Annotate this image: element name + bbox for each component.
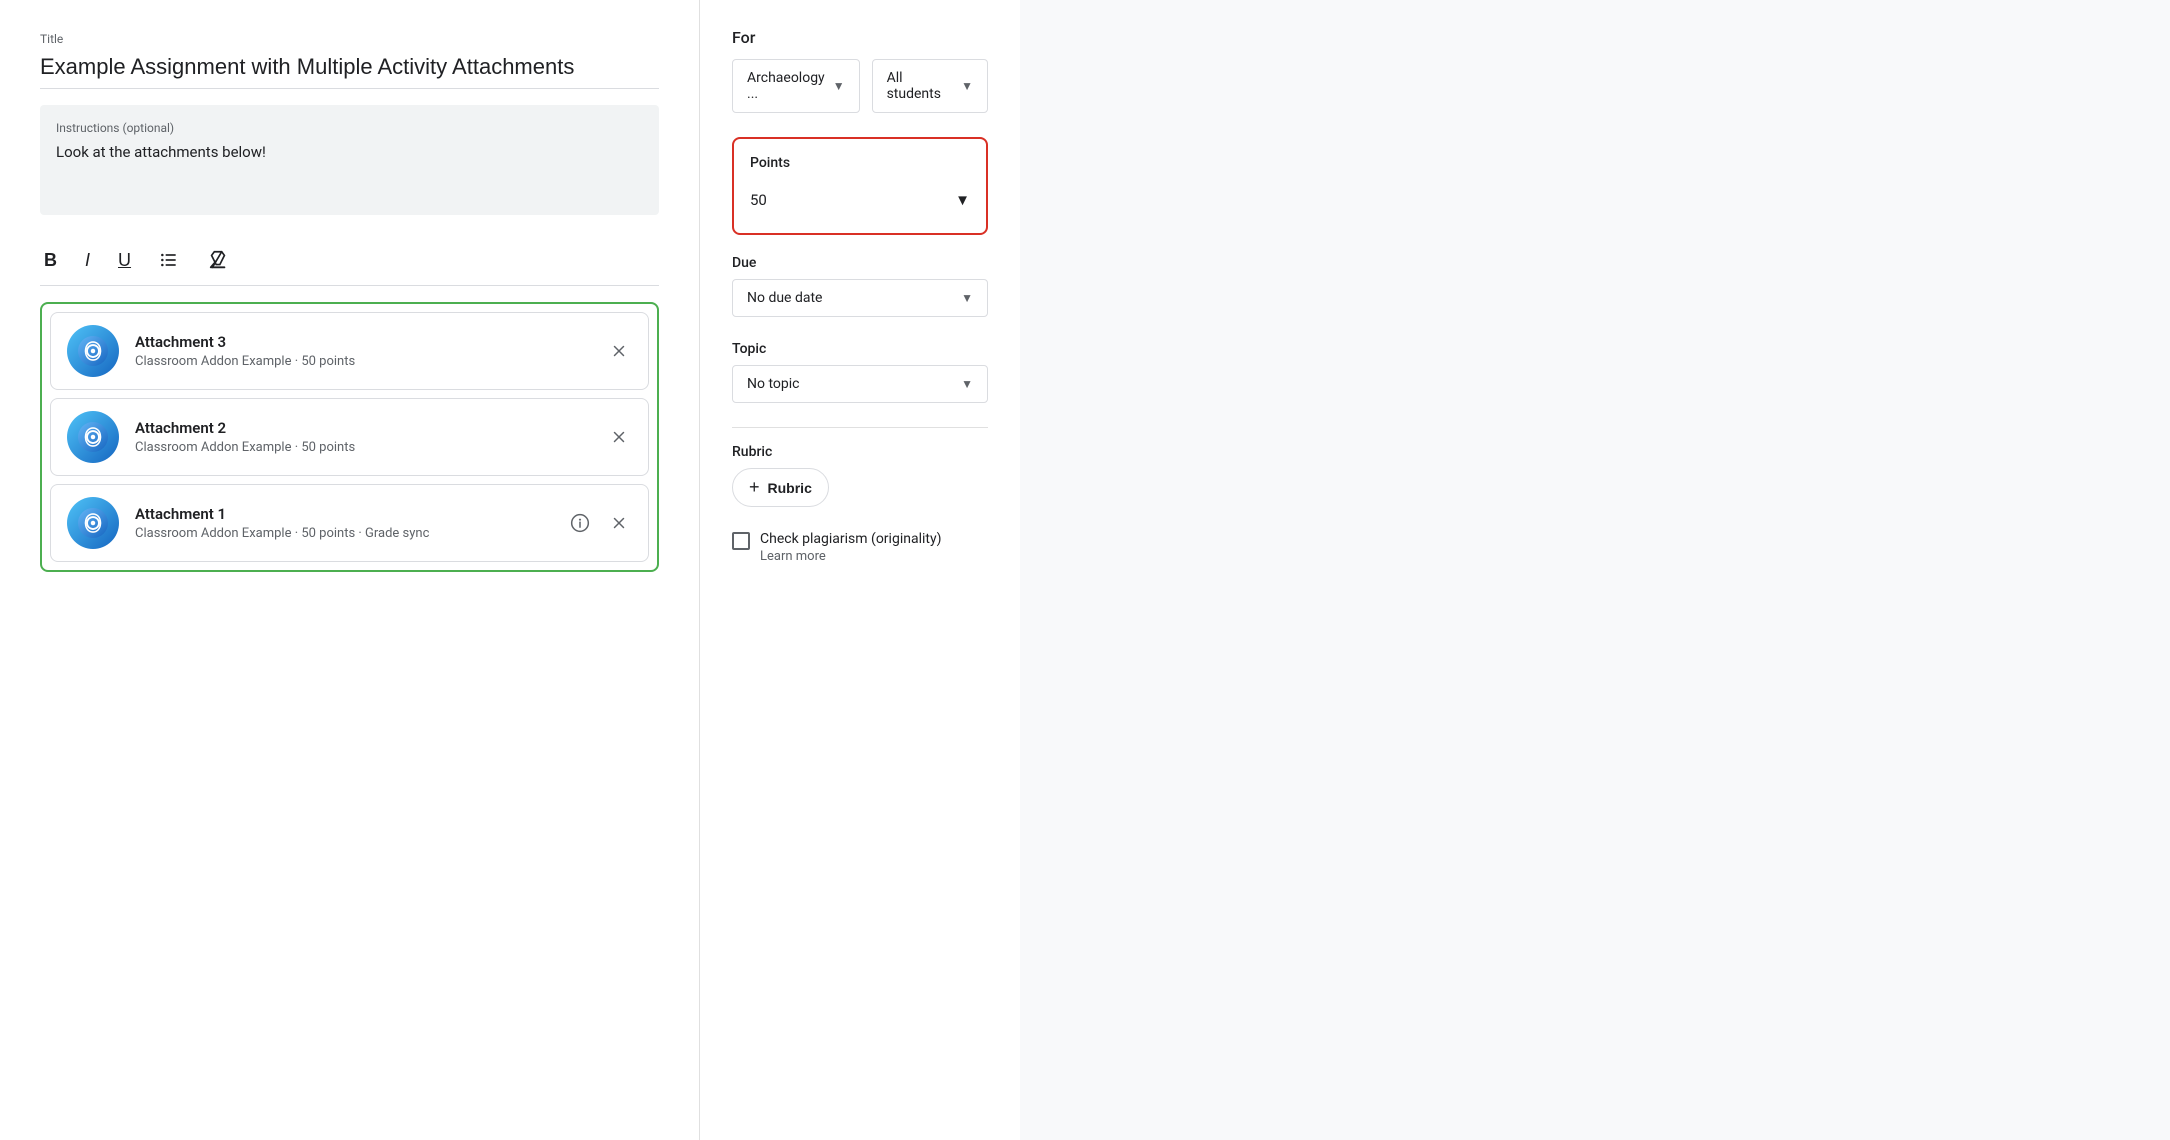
attachment-card-3: Attachment 3 Classroom Addon Example · 5…: [50, 312, 649, 390]
attachment-actions-3: [606, 338, 632, 364]
plagiarism-label: Check plagiarism (originality): [760, 531, 941, 547]
points-dropdown[interactable]: 50 ▼: [750, 183, 970, 217]
topic-chevron: ▼: [961, 377, 973, 391]
attachment-name-3: Attachment 3: [135, 333, 606, 351]
attachment-info-1: Attachment 1 Classroom Addon Example · 5…: [135, 505, 566, 541]
attachment-actions-2: [606, 424, 632, 450]
due-label: Due: [732, 255, 988, 271]
clear-formatting-button[interactable]: [203, 245, 233, 275]
list-button[interactable]: [155, 246, 183, 274]
attachment-name-1: Attachment 1: [135, 505, 566, 523]
add-rubric-button[interactable]: + Rubric: [732, 468, 829, 507]
title-field: Title: [40, 32, 659, 89]
attachment-meta-3: Classroom Addon Example · 50 points: [135, 354, 606, 369]
topic-label: Topic: [732, 341, 988, 357]
main-panel: Title Instructions (optional) Look at th…: [0, 0, 700, 1140]
points-label: Points: [750, 155, 970, 171]
instructions-label: Instructions (optional): [56, 121, 643, 135]
due-chevron: ▼: [961, 291, 973, 305]
italic-button[interactable]: I: [81, 246, 94, 275]
attachment-icon-2: [67, 411, 119, 463]
points-value: 50: [750, 191, 767, 209]
students-dropdown-chevron: ▼: [961, 79, 973, 93]
class-dropdown-chevron: ▼: [833, 79, 845, 93]
for-label: For: [732, 28, 988, 47]
remove-attachment-3-button[interactable]: [606, 338, 632, 364]
divider: [732, 427, 988, 428]
instructions-field: Instructions (optional) Look at the atta…: [40, 105, 659, 215]
learn-more-link[interactable]: Learn more: [760, 549, 941, 564]
info-attachment-1-button[interactable]: [566, 509, 594, 537]
attachment-info-3: Attachment 3 Classroom Addon Example · 5…: [135, 333, 606, 369]
students-dropdown[interactable]: All students ▼: [872, 59, 988, 113]
rubric-section: Rubric + Rubric: [732, 444, 988, 507]
plagiarism-section: Check plagiarism (originality) Learn mor…: [732, 531, 988, 564]
due-section: Due No due date ▼: [732, 255, 988, 317]
rubric-label: Rubric: [732, 444, 988, 460]
points-section: Points 50 ▼: [732, 137, 988, 235]
title-label: Title: [40, 32, 659, 46]
topic-dropdown[interactable]: No topic ▼: [732, 365, 988, 403]
attachment-icon-3: [67, 325, 119, 377]
due-dropdown[interactable]: No due date ▼: [732, 279, 988, 317]
topic-section: Topic No topic ▼: [732, 341, 988, 403]
attachment-icon-1: [67, 497, 119, 549]
side-panel: For Archaeology ... ▼ All students ▼ Poi…: [700, 0, 1020, 1140]
attachment-meta-1: Classroom Addon Example · 50 points · Gr…: [135, 526, 566, 541]
for-section: For Archaeology ... ▼ All students ▼: [732, 28, 988, 113]
attachment-card-1: Attachment 1 Classroom Addon Example · 5…: [50, 484, 649, 562]
attachment-card-2: Attachment 2 Classroom Addon Example · 5…: [50, 398, 649, 476]
plus-icon: +: [749, 477, 760, 498]
attachment-name-2: Attachment 2: [135, 419, 606, 437]
attachment-actions-1: [566, 509, 632, 537]
instructions-text: Look at the attachments below!: [56, 143, 643, 161]
points-chevron: ▼: [955, 191, 970, 209]
remove-attachment-1-button[interactable]: [606, 510, 632, 536]
plagiarism-checkbox[interactable]: [732, 532, 750, 550]
class-dropdown[interactable]: Archaeology ... ▼: [732, 59, 860, 113]
attachment-meta-2: Classroom Addon Example · 50 points: [135, 440, 606, 455]
bold-button[interactable]: B: [40, 246, 61, 275]
for-dropdowns: Archaeology ... ▼ All students ▼: [732, 59, 988, 113]
underline-button[interactable]: U: [114, 246, 135, 275]
attachments-area: Attachment 3 Classroom Addon Example · 5…: [40, 302, 659, 572]
title-input[interactable]: [40, 50, 659, 89]
formatting-toolbar: B I U: [40, 235, 659, 286]
attachment-info-2: Attachment 2 Classroom Addon Example · 5…: [135, 419, 606, 455]
remove-attachment-2-button[interactable]: [606, 424, 632, 450]
